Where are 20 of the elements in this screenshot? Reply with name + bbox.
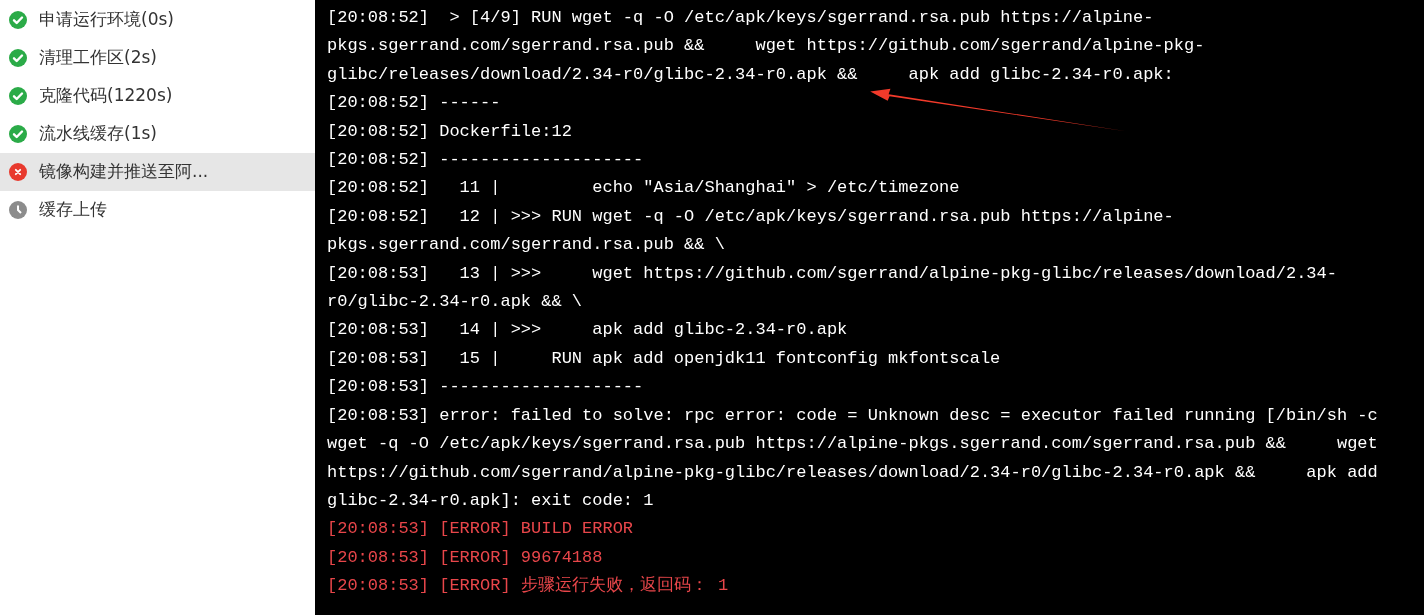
pipeline-step[interactable]: 克隆代码(1220s) [0,77,315,115]
error-log-line: [20:08:53] [ERROR] 99674188 [327,546,603,569]
log-line: [20:08:52] 12 | >>> RUN wget -q -O /etc/apk/keys/sgerrand.rsa.pub https://alpine-pkgs.sgerrand.com/sgerrand.rsa.pub && \ [327,205,1175,257]
log-line: [20:08:52] > [4/9] RUN wget -q -O /etc/apk/keys/sgerrand.rsa.pub https://alpine-pkgs.sgerrand.com/sgerrand.rsa.pub && wget https://github.com/sgerrand/alpine-pkg-glibc/releases/download/2.34-r0/glibc-2.34-r0.apk && apk add glibc-2.34-r0.apk: [327,7,1206,86]
log-line: [20:08:53] 15 | RUN apk add openjdk11 fontconfig mkfontscale [327,347,1001,370]
log-line: [20:08:53] error: failed to solve: rpc error: code = Unknown desc = executor failed running [/bin/sh -c wget -q -O /etc/apk/keys/sgerrand.rsa.pub https://alpine-pkgs.sgerrand.com/sgerrand.rsa.pub && wget https://github.com/sgerrand/alpine-pkg-glibc/releases/download/2.34-r0/glibc-2.34-r0.apk && apk add glibc-2.34-r0.apk]: exit code: 1 [327,404,1379,512]
log-line: [20:08:52] Dockerfile:12 [327,120,572,143]
pipeline-step[interactable]: 镜像构建并推送至阿... [0,153,315,191]
log-line: [20:08:52] -------------------- [327,149,644,172]
pipeline-step[interactable]: 缓存上传 [0,191,315,229]
log-line: [20:08:52] ------ [327,92,501,115]
error-log-line: [20:08:53] [ERROR] BUILD ERROR [327,518,634,541]
log-line: [20:08:53] -------------------- [327,376,644,399]
pipeline-step[interactable]: 流水线缓存(1s) [0,115,315,153]
log-line: [20:08:52] 11 | echo "Asia/Shanghai" > /etc/timezone [327,177,960,200]
pipeline-step[interactable]: 清理工作区(2s) [0,39,315,77]
pipeline-step[interactable]: 申请运行环境(0s) [0,1,315,39]
error-log-line: [20:08:53] [ERROR] 步骤运行失败，返回码： 1 [327,575,729,598]
log-line: [20:08:53] 14 | >>> apk add glibc-2.34-r0.apk [327,319,848,342]
log-line: [20:08:53] 13 | >>> wget https://github.com/sgerrand/alpine-pkg-glibc/releases/download/2.34-r0/glibc-2.34-r0.apk && \ [327,262,1338,314]
